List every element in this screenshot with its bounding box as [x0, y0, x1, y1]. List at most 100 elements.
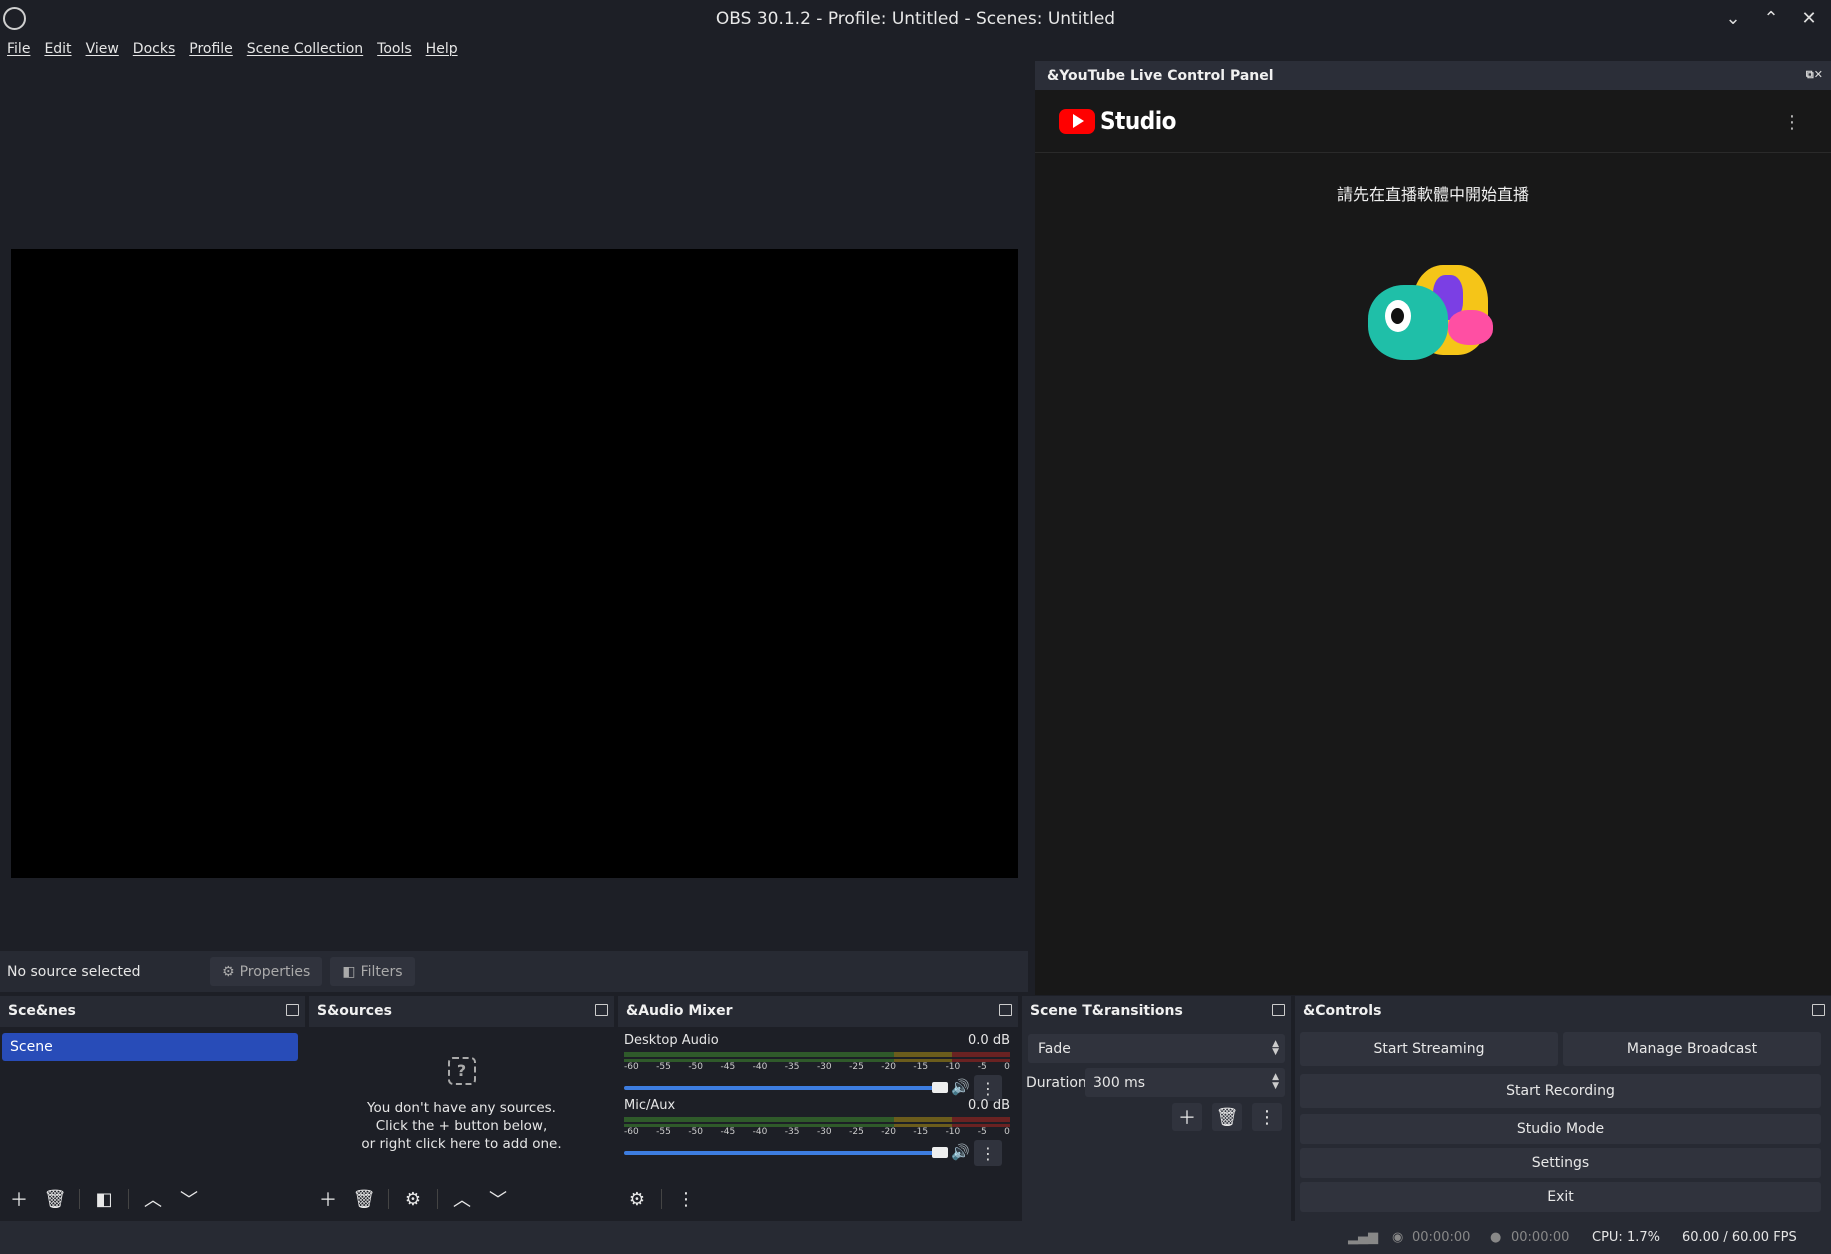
empty-line-3: or right click here to add one.: [361, 1136, 562, 1152]
record-time: 00:00:00: [1511, 1230, 1570, 1245]
more-vertical-icon[interactable]: ⋮: [1252, 1103, 1282, 1131]
undock-icon[interactable]: [595, 1004, 608, 1016]
cpu-usage: CPU: 1.7%: [1592, 1230, 1660, 1245]
menu-scene-collection[interactable]: Scene Collection: [247, 41, 363, 57]
youtube-panel-header: &YouTube Live Control Panel ⧉✕: [1035, 61, 1831, 90]
properties-button[interactable]: ⚙ Properties: [210, 957, 323, 986]
move-down-icon[interactable]: ﹀: [174, 1185, 204, 1213]
spin-icon[interactable]: ▲ ▼: [1272, 1073, 1279, 1091]
undock-icon[interactable]: [999, 1004, 1012, 1016]
maximize-icon[interactable]: ⌃: [1759, 6, 1783, 30]
speaker-icon[interactable]: 🔊: [951, 1143, 970, 1161]
channel-db: 0.0 dB: [968, 1098, 1010, 1113]
stream-time: 00:00:00: [1412, 1230, 1471, 1245]
level-meter: [624, 1052, 1010, 1057]
youtube-play-icon: [1059, 108, 1095, 134]
youtube-studio-header: Studio ⋮: [1035, 90, 1831, 153]
scene-filters-icon[interactable]: ◧: [89, 1185, 119, 1213]
mixer-channel-desktop: Desktop Audio 0.0 dB -60 -55 -50 -45 -40 -35-…: [624, 1033, 1010, 1101]
filters-label: Filters: [360, 963, 403, 980]
gear-icon: ⚙: [222, 963, 235, 980]
channel-name: Desktop Audio: [624, 1033, 719, 1048]
audio-mixer-dock: &Audio Mixer Desktop Audio 0.0 dB -60 -55…: [618, 996, 1018, 1221]
level-meter: [624, 1117, 1010, 1122]
fps-readout: 60.00 / 60.00 FPS: [1682, 1230, 1797, 1245]
scene-transitions-dock: Scene T&ransitions Fade ▲ ▼ Duration 300 …: [1022, 996, 1291, 1221]
filter-icon: ◧: [342, 963, 356, 980]
sources-empty-state[interactable]: ? You don't have any sources. Click the …: [309, 1057, 614, 1153]
undock-icon[interactable]: [286, 1004, 299, 1016]
scene-list-item[interactable]: Scene: [2, 1033, 298, 1061]
move-up-icon[interactable]: ︿: [138, 1185, 168, 1213]
window-title: OBS 30.1.2 - Profile: Untitled - Scenes:…: [715, 8, 1116, 29]
meter-ticks: -60 -55 -50 -45 -40 -35 -30 -25 -20 -15 -10 -5 0: [624, 1127, 1010, 1137]
undock-icon[interactable]: [1812, 1004, 1825, 1016]
undock-icon[interactable]: [1272, 1004, 1285, 1016]
close-icon[interactable]: ✕: [1797, 6, 1821, 30]
start-recording-button[interactable]: Start Recording: [1300, 1074, 1821, 1108]
menu-profile[interactable]: Profile: [189, 41, 233, 57]
duration-label: Duration: [1026, 1075, 1087, 1091]
preview-area: [0, 61, 1028, 945]
question-icon: ?: [447, 1057, 476, 1085]
trash-icon[interactable]: 🗑: [40, 1185, 70, 1213]
scenes-title: Sce&nes: [8, 1003, 76, 1019]
transitions-title: Scene T&ransitions: [1030, 1003, 1183, 1019]
mixer-title: &Audio Mixer: [626, 1003, 733, 1019]
properties-label: Properties: [239, 963, 311, 980]
transition-select[interactable]: Fade ▲ ▼: [1028, 1034, 1285, 1063]
menu-tools[interactable]: Tools: [377, 41, 412, 57]
manage-broadcast-button[interactable]: Manage Broadcast: [1563, 1032, 1821, 1066]
transition-selected: Fade: [1038, 1040, 1071, 1057]
youtube-control-panel: &YouTube Live Control Panel ⧉✕ Studio ⋮ …: [1035, 61, 1831, 995]
scenes-dock: Sce&nes Scene ＋ 🗑 ◧ ︿ ﹀: [0, 996, 305, 1221]
channel-name: Mic/Aux: [624, 1098, 676, 1113]
add-transition-icon[interactable]: ＋: [1172, 1103, 1202, 1131]
mixer-channel-mic: Mic/Aux 0.0 dB -60 -55 -50 -45 -40 -35 -30 -25-…: [624, 1098, 1010, 1166]
duration-value: 300 ms: [1093, 1074, 1146, 1091]
move-up-icon[interactable]: ︿: [447, 1185, 477, 1213]
obs-logo-icon: [3, 7, 26, 30]
empty-line-2: Click the + button below,: [375, 1118, 548, 1134]
studio-mode-button[interactable]: Studio Mode: [1300, 1114, 1821, 1144]
move-down-icon[interactable]: ﹀: [483, 1185, 513, 1213]
menu-file[interactable]: File: [7, 41, 30, 57]
add-scene-icon[interactable]: ＋: [4, 1185, 34, 1213]
menu-edit[interactable]: Edit: [44, 41, 71, 57]
speaker-icon[interactable]: 🔊: [951, 1078, 970, 1096]
volume-slider[interactable]: [624, 1082, 948, 1093]
preview-canvas[interactable]: [11, 249, 1018, 878]
more-vertical-icon[interactable]: ⋮: [671, 1185, 701, 1213]
duration-spinbox[interactable]: 300 ms ▲ ▼: [1085, 1068, 1285, 1097]
gear-icon[interactable]: ⚙: [398, 1185, 428, 1213]
more-vertical-icon[interactable]: ⋮: [1783, 112, 1801, 133]
advanced-audio-gear-icon[interactable]: ⚙: [622, 1185, 652, 1213]
menu-help[interactable]: Help: [426, 41, 458, 57]
sources-title: S&ources: [317, 1003, 392, 1019]
no-source-label: No source selected: [7, 963, 141, 980]
settings-button[interactable]: Settings: [1300, 1148, 1821, 1178]
network-signal-icon: ▂▄▆: [1348, 1230, 1378, 1245]
meter-ticks: -60 -55 -50 -45 -40 -35 -30 -25 -20 -15 -10 -5 0: [624, 1062, 1010, 1072]
exit-button[interactable]: Exit: [1300, 1182, 1821, 1212]
minimize-icon[interactable]: ⌄: [1721, 6, 1745, 30]
menu-bar: File Edit View Docks Profile Scene Colle…: [0, 37, 1831, 61]
menu-docks[interactable]: Docks: [133, 41, 175, 57]
controls-title: &Controls: [1303, 1003, 1382, 1019]
studio-brand: Studio: [1100, 107, 1176, 135]
filters-button[interactable]: ◧ Filters: [330, 957, 415, 986]
volume-slider[interactable]: [624, 1147, 948, 1158]
stream-icon: ◉: [1392, 1230, 1404, 1245]
title-bar: OBS 30.1.2 - Profile: Untitled - Scenes:…: [0, 0, 1831, 37]
undock-close-icon[interactable]: ⧉✕: [1806, 68, 1823, 82]
source-toolbar: No source selected ⚙ Properties ◧ Filter…: [0, 951, 1028, 992]
controls-dock: &Controls Start Streaming Manage Broadca…: [1295, 996, 1831, 1221]
menu-view[interactable]: View: [86, 41, 119, 57]
start-streaming-button[interactable]: Start Streaming: [1300, 1032, 1558, 1066]
trash-icon[interactable]: 🗑: [349, 1185, 379, 1213]
more-vertical-icon[interactable]: ⋮: [974, 1140, 1002, 1166]
youtube-panel-title: &YouTube Live Control Panel: [1047, 67, 1274, 84]
add-source-icon[interactable]: ＋: [313, 1185, 343, 1213]
empty-line-1: You don't have any sources.: [367, 1100, 556, 1116]
trash-icon[interactable]: 🗑: [1212, 1103, 1242, 1131]
